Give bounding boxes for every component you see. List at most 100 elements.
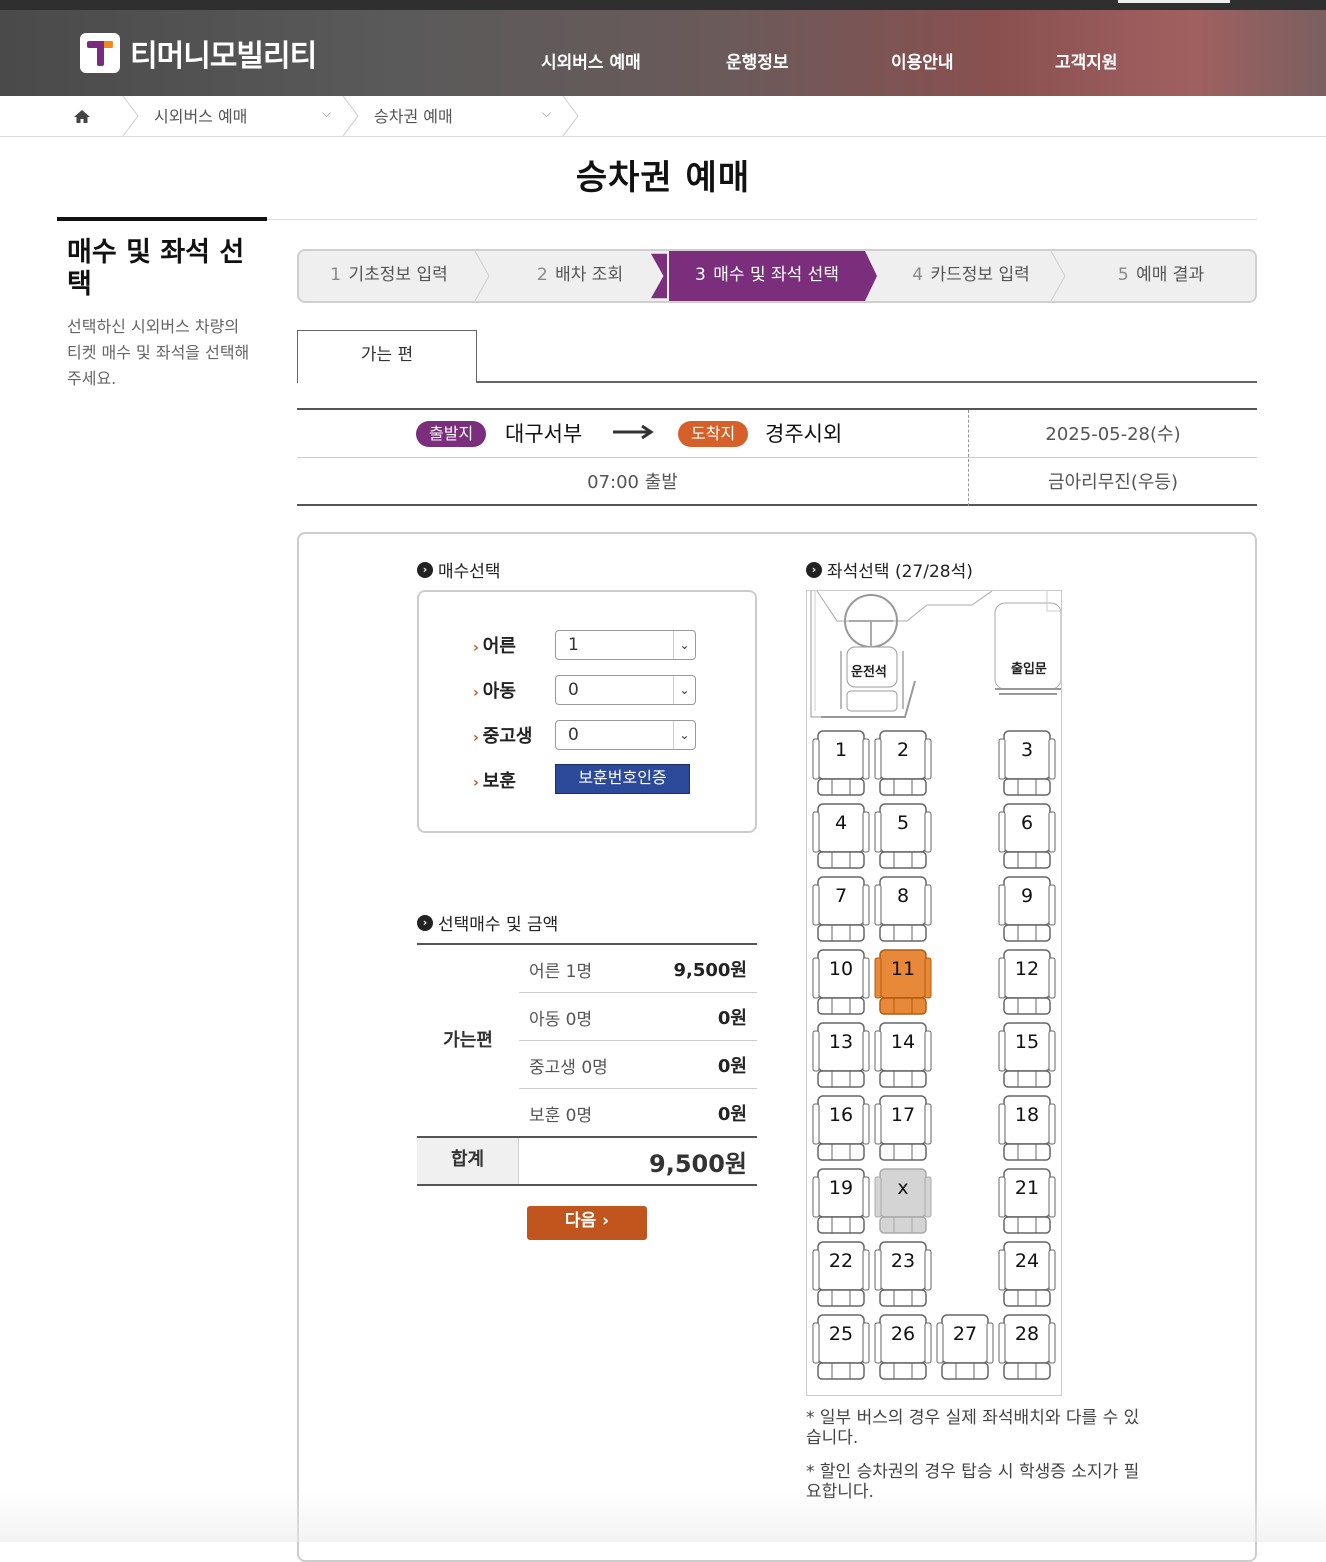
door-label: 출입문 bbox=[1011, 662, 1047, 677]
gnb-operation-info[interactable]: 운행정보 bbox=[726, 48, 789, 73]
seat[interactable]: 24 bbox=[996, 1240, 1058, 1310]
gnb-usage-guide[interactable]: 이용안내 bbox=[891, 48, 954, 73]
side-heading: 매수 및 좌석 선택 bbox=[67, 237, 245, 300]
seat[interactable]: 25 bbox=[810, 1313, 872, 1383]
seat[interactable]: 6 bbox=[996, 802, 1058, 872]
seat-number: 27 bbox=[952, 1323, 978, 1345]
chevron-right-icon: › bbox=[602, 1211, 610, 1231]
seat[interactable]: 26 bbox=[872, 1313, 934, 1383]
summary-section-title: › 선택매수 및 금액 bbox=[417, 910, 558, 935]
step-3-active: 3 매수 및 좌석 선택 bbox=[669, 251, 865, 301]
seat[interactable]: 2 bbox=[872, 729, 934, 799]
step-arrow-icon bbox=[865, 251, 877, 301]
seat[interactable]: 28 bbox=[996, 1313, 1058, 1383]
seat[interactable]: 13 bbox=[810, 1021, 872, 1091]
child-count-select[interactable]: 0 ⌄ bbox=[555, 675, 696, 705]
seat-number: 16 bbox=[828, 1104, 854, 1126]
tab-outbound[interactable]: 가는 편 bbox=[297, 330, 477, 383]
total-label: 합계 bbox=[417, 1138, 519, 1184]
child-label: › 아동 bbox=[473, 681, 516, 702]
seat-number: 24 bbox=[1014, 1250, 1040, 1272]
chevron-down-icon[interactable]: ⌵ bbox=[322, 106, 331, 121]
seat-number: 13 bbox=[828, 1031, 854, 1053]
seat-section-title: › 좌석선택 (27/28석) bbox=[806, 557, 973, 582]
page-title: 승차권 예매 bbox=[575, 158, 751, 198]
departure-terminal: 대구서부 bbox=[505, 422, 583, 446]
seat-number: 6 bbox=[1020, 812, 1034, 834]
seat[interactable]: 14 bbox=[872, 1021, 934, 1091]
arrow-right-icon bbox=[613, 424, 654, 440]
next-button[interactable]: 다음 › bbox=[527, 1206, 647, 1240]
seat-number: 9 bbox=[1020, 885, 1034, 907]
seat[interactable]: 22 bbox=[810, 1240, 872, 1310]
adult-label: › 어른 bbox=[473, 636, 516, 657]
seat[interactable]: 7 bbox=[810, 875, 872, 945]
summary-row-student: 중고생 0명 0원 bbox=[519, 1041, 757, 1089]
student-label: › 중고생 bbox=[473, 726, 533, 747]
driver-seat-label: 운전석 bbox=[851, 665, 887, 680]
tmoney-logo-icon bbox=[80, 33, 120, 73]
seat[interactable]: 10 bbox=[810, 948, 872, 1018]
chevron-right-icon: › bbox=[417, 914, 433, 931]
title-divider-accent bbox=[57, 217, 267, 221]
seat-number: 4 bbox=[834, 812, 848, 834]
progress-steps: 1 기초정보 입력 2 배차 조회 3 매수 및 좌석 선택 4 카드정보 입력… bbox=[297, 249, 1257, 303]
seat-number: 7 bbox=[834, 885, 848, 907]
seat-number: x bbox=[897, 1177, 909, 1199]
seat-number: 19 bbox=[828, 1177, 854, 1199]
route-info: 출발지 대구서부 도착지 경주시외 2025-05-28(수) 07:00 출발… bbox=[297, 408, 1257, 506]
seat[interactable]: 8 bbox=[872, 875, 934, 945]
seat-number: 22 bbox=[828, 1250, 854, 1272]
chevron-down-icon[interactable]: ⌵ bbox=[542, 106, 551, 121]
seat[interactable]: 19 bbox=[810, 1167, 872, 1237]
departure-badge: 출발지 bbox=[416, 421, 487, 447]
step-arrow-icon bbox=[651, 253, 667, 299]
student-count-select[interactable]: 0 ⌄ bbox=[555, 720, 696, 750]
chevron-down-icon: ⌄ bbox=[673, 631, 695, 659]
seat[interactable]: 12 bbox=[996, 948, 1058, 1018]
home-icon[interactable] bbox=[72, 108, 92, 124]
seat[interactable]: 17 bbox=[872, 1094, 934, 1164]
summary-row-child: 아동 0명 0원 bbox=[519, 993, 757, 1041]
note-1: * 일부 버스의 경우 실제 좌석배치와 다를 수 있습니다. bbox=[806, 1408, 1140, 1448]
departure-date: 2025-05-28(수) bbox=[1045, 424, 1181, 445]
chevron-right-icon: › bbox=[417, 561, 433, 578]
gnb-intercity-booking[interactable]: 시외버스 예매 bbox=[541, 48, 641, 73]
summary-direction-label: 가는편 bbox=[443, 1030, 493, 1051]
breadcrumb: 시외버스 예매 ⌵ 승차권 예매 ⌵ bbox=[0, 96, 1326, 137]
breadcrumb-level2[interactable]: 승차권 예매 bbox=[374, 103, 453, 127]
step-arrow-icon bbox=[475, 251, 490, 301]
seat-number: 21 bbox=[1014, 1177, 1040, 1199]
top-tab-indicator bbox=[1118, 0, 1230, 3]
step-1: 1 기초정보 입력 bbox=[330, 265, 448, 285]
seat[interactable]: 3 bbox=[996, 729, 1058, 799]
count-section-title: › 매수선택 bbox=[417, 557, 501, 582]
seat[interactable]: 4 bbox=[810, 802, 872, 872]
direction-tabs: 가는 편 bbox=[297, 330, 1257, 383]
seat[interactable]: 16 bbox=[810, 1094, 872, 1164]
seat-number: 26 bbox=[890, 1323, 916, 1345]
seat-number: 23 bbox=[890, 1250, 916, 1272]
seat[interactable]: 18 bbox=[996, 1094, 1058, 1164]
seat[interactable]: 5 bbox=[872, 802, 934, 872]
brand-logo[interactable]: 티머니모빌리티 bbox=[80, 33, 317, 74]
seat-unavailable: x bbox=[872, 1165, 934, 1237]
seat[interactable]: 23 bbox=[872, 1240, 934, 1310]
step-arrow-icon bbox=[1051, 251, 1066, 301]
adult-count-select[interactable]: 1 ⌄ bbox=[555, 630, 696, 660]
seat-number: 1 bbox=[834, 739, 848, 761]
seat[interactable]: 1 bbox=[810, 729, 872, 799]
step-5: 5 예매 결과 bbox=[1117, 265, 1205, 285]
seat-number: 28 bbox=[1014, 1323, 1040, 1345]
seat-number: 10 bbox=[828, 958, 854, 980]
seat[interactable]: 15 bbox=[996, 1021, 1058, 1091]
gnb-customer-support[interactable]: 고객지원 bbox=[1055, 48, 1118, 73]
seat[interactable]: 9 bbox=[996, 875, 1058, 945]
seat[interactable]: 27 bbox=[934, 1313, 996, 1383]
seat-number: 11 bbox=[890, 958, 916, 980]
breadcrumb-level1[interactable]: 시외버스 예매 bbox=[154, 103, 247, 127]
seat[interactable]: 21 bbox=[996, 1167, 1058, 1237]
bus-company: 금아리무진(우등) bbox=[1048, 472, 1178, 493]
seat-selected[interactable]: 11 bbox=[872, 948, 934, 1018]
veteran-verify-button[interactable]: 보훈번호인증 bbox=[555, 764, 690, 794]
